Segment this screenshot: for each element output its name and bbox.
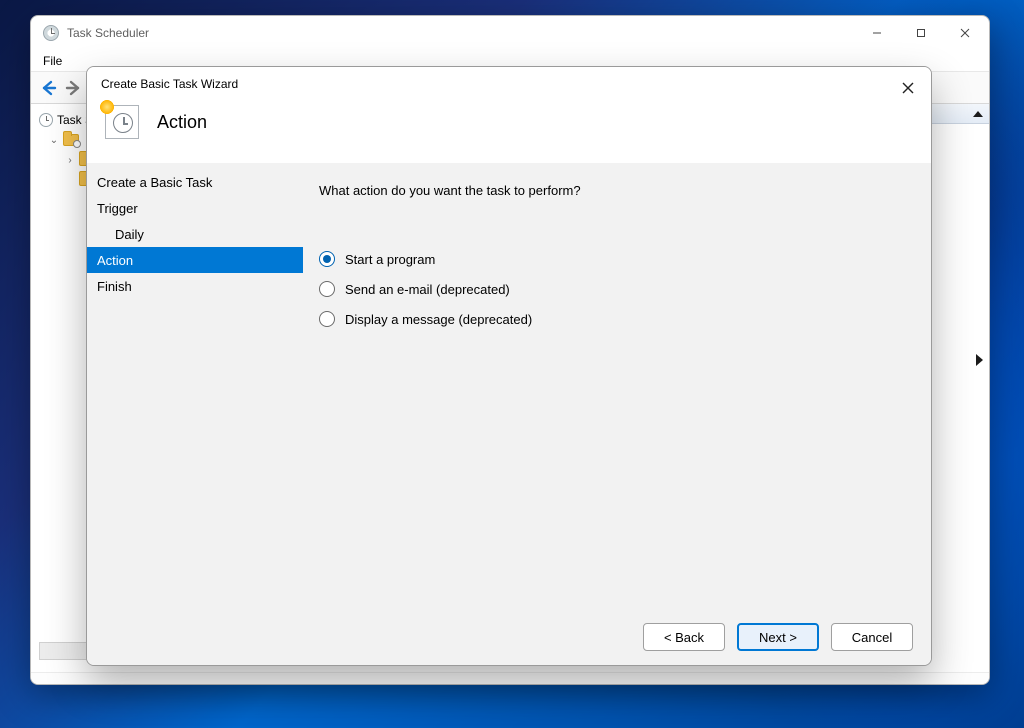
step-trigger-daily[interactable]: Daily bbox=[87, 221, 303, 247]
chevron-down-icon[interactable]: ⌄ bbox=[49, 135, 59, 146]
next-button[interactable]: Next > bbox=[737, 623, 819, 651]
wizard-steps-nav: Create a Basic Task Trigger Daily Action… bbox=[87, 163, 303, 609]
radio-icon bbox=[319, 251, 335, 267]
wizard-window-title: Create Basic Task Wizard bbox=[101, 77, 917, 91]
status-bar bbox=[31, 672, 989, 684]
radio-label: Display a message (deprecated) bbox=[345, 312, 532, 327]
window-title: Task Scheduler bbox=[67, 26, 855, 40]
back-button[interactable]: < Back bbox=[643, 623, 725, 651]
nav-forward-icon[interactable] bbox=[63, 78, 83, 98]
menu-file[interactable]: File bbox=[39, 52, 66, 70]
minimize-button[interactable] bbox=[855, 18, 899, 48]
close-button[interactable] bbox=[943, 18, 987, 48]
radio-label: Send an e-mail (deprecated) bbox=[345, 282, 510, 297]
create-basic-task-wizard: Create Basic Task Wizard Action Create a… bbox=[86, 66, 932, 666]
wizard-body: Create a Basic Task Trigger Daily Action… bbox=[87, 163, 931, 609]
radio-start-program[interactable]: Start a program bbox=[319, 244, 915, 274]
cancel-button[interactable]: Cancel bbox=[831, 623, 913, 651]
step-action[interactable]: Action bbox=[87, 247, 303, 273]
scheduler-icon bbox=[105, 105, 139, 139]
step-finish[interactable]: Finish bbox=[87, 273, 303, 299]
wizard-prompt: What action do you want the task to perf… bbox=[319, 183, 915, 198]
radio-label: Start a program bbox=[345, 252, 435, 267]
triangle-right-icon bbox=[976, 354, 983, 366]
folder-icon bbox=[63, 134, 79, 146]
triangle-up-icon bbox=[973, 111, 983, 117]
radio-icon bbox=[319, 281, 335, 297]
close-button[interactable] bbox=[895, 75, 921, 101]
radio-display-message[interactable]: Display a message (deprecated) bbox=[319, 304, 915, 334]
window-controls bbox=[855, 18, 987, 48]
wizard-content: What action do you want the task to perf… bbox=[303, 163, 931, 609]
wizard-header: Create Basic Task Wizard Action bbox=[87, 67, 931, 163]
spacer bbox=[65, 175, 75, 186]
radio-icon bbox=[319, 311, 335, 327]
clock-icon bbox=[43, 25, 59, 41]
step-trigger[interactable]: Trigger bbox=[87, 195, 303, 221]
chevron-right-icon[interactable]: › bbox=[65, 155, 75, 166]
step-create-basic-task[interactable]: Create a Basic Task bbox=[87, 169, 303, 195]
radio-send-email[interactable]: Send an e-mail (deprecated) bbox=[319, 274, 915, 304]
wizard-footer: < Back Next > Cancel bbox=[87, 609, 931, 665]
nav-back-icon[interactable] bbox=[39, 78, 59, 98]
wizard-step-heading: Action bbox=[157, 112, 207, 133]
clock-icon bbox=[39, 113, 53, 127]
titlebar[interactable]: Task Scheduler bbox=[31, 16, 989, 50]
maximize-button[interactable] bbox=[899, 18, 943, 48]
